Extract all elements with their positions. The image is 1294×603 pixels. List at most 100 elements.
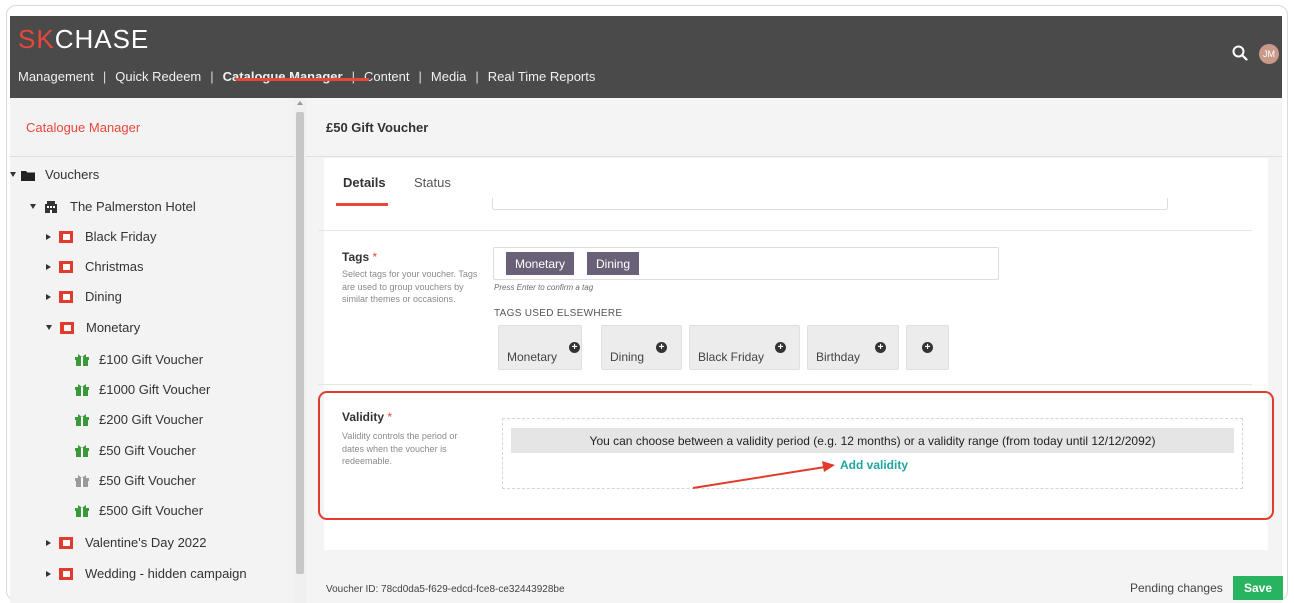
nav-quick-redeem[interactable]: Quick Redeem	[115, 69, 201, 84]
tags-help-text: Select tags for your voucher. Tags are u…	[342, 269, 478, 304]
pending-changes-status: Pending changes	[1130, 581, 1223, 595]
tags-label-text: Tags	[342, 250, 370, 264]
required-mark: *	[372, 250, 378, 264]
suggested-tag-empty[interactable]: +	[906, 325, 949, 370]
nav-real-time-reports[interactable]: Real Time Reports	[488, 69, 596, 84]
gift-icon	[75, 504, 89, 517]
tree-item-valentines[interactable]: Valentine's Day 2022	[46, 535, 207, 550]
tree-item-label: Valentine's Day 2022	[85, 535, 207, 550]
scrollbar-thumb[interactable]	[296, 112, 304, 574]
suggested-tag-dining[interactable]: Dining +	[601, 325, 682, 370]
tree-item-dining[interactable]: Dining	[46, 289, 122, 304]
search-icon[interactable]	[1232, 45, 1248, 61]
tree-item-gift-voucher[interactable]: £500 Gift Voucher	[75, 503, 203, 518]
nav-media[interactable]: Media	[431, 69, 466, 84]
add-tag-icon[interactable]: +	[656, 342, 667, 353]
logo[interactable]: SKCHASE	[18, 24, 149, 55]
chevron-right-icon[interactable]	[46, 293, 51, 300]
chevron-right-icon[interactable]	[46, 263, 51, 270]
suggested-tag-black-friday[interactable]: Black Friday +	[689, 325, 800, 370]
folder-icon	[21, 170, 35, 181]
tree-item-label: £100 Gift Voucher	[99, 352, 204, 367]
gift-icon	[75, 444, 89, 457]
user-avatar[interactable]: JM	[1259, 44, 1279, 64]
suggested-tag-label: Dining	[610, 350, 645, 364]
tree-item-black-friday[interactable]: Black Friday	[46, 229, 157, 244]
add-tag-icon[interactable]: +	[775, 342, 786, 353]
nav-separator: |	[102, 68, 107, 84]
tree-item-wedding[interactable]: Wedding - hidden campaign	[46, 566, 247, 581]
required-mark: *	[387, 410, 393, 424]
tree-item-gift-voucher[interactable]: £100 Gift Voucher	[75, 352, 203, 367]
sidebar-scrollbar[interactable]	[294, 98, 306, 603]
suggested-tag-label: Birthday	[816, 350, 861, 364]
active-nav-indicator	[236, 78, 369, 81]
voucher-id: Voucher ID: 78cd0da5-f629-edcd-fce8-ce32…	[326, 584, 565, 595]
tree-item-label: Black Friday	[85, 229, 157, 244]
tree-item-christmas[interactable]: Christmas	[46, 259, 144, 274]
tree-item-label: Christmas	[85, 259, 144, 274]
section-divider	[318, 230, 1252, 231]
campaign-icon	[60, 321, 74, 334]
nav-management[interactable]: Management	[18, 69, 94, 84]
tags-input-hint: Press Enter to confirm a tag	[494, 283, 594, 292]
tags-input[interactable]: Monetary Dining	[493, 247, 999, 280]
top-bar: SKCHASE Management | Quick Redeem | Cata…	[10, 16, 1282, 98]
gift-icon	[75, 383, 89, 396]
campaign-icon	[59, 567, 73, 580]
tags-label: Tags *	[342, 250, 377, 264]
section-divider	[318, 384, 1252, 385]
tree-item-label: £200 Gift Voucher	[99, 412, 204, 427]
campaign-icon	[59, 536, 73, 549]
header-divider	[306, 156, 1282, 157]
validity-help-text: Validity controls the period or dates wh…	[342, 431, 458, 466]
tree-item-gift-voucher[interactable]: £1000 Gift Voucher	[75, 382, 210, 397]
tags-elsewhere-title: TAGS USED ELSEWHERE	[494, 308, 623, 319]
tab-status[interactable]: Status	[414, 175, 451, 190]
main-nav: Management | Quick Redeem | Catalogue Ma…	[18, 66, 595, 86]
add-validity-link[interactable]: Add validity	[840, 458, 908, 472]
tag-chip-dining[interactable]: Dining	[587, 252, 640, 275]
chevron-right-icon[interactable]	[46, 233, 51, 240]
tree-item-gift-voucher[interactable]: £200 Gift Voucher	[75, 412, 203, 427]
logo-text: CHASE	[54, 24, 150, 54]
validity-label: Validity *	[342, 410, 392, 424]
tree-item-gift-voucher[interactable]: £50 Gift Voucher	[75, 443, 196, 458]
nav-separator: |	[475, 68, 479, 84]
tree-item-label: Monetary	[86, 320, 141, 335]
tree-item-label: £500 Gift Voucher	[99, 503, 204, 518]
page-title: £50 Gift Voucher	[326, 120, 429, 135]
validity-info-message: You can choose between a validity period…	[511, 428, 1234, 453]
chevron-down-icon[interactable]	[10, 172, 16, 177]
gift-icon	[75, 413, 89, 426]
tree-item-label: Dining	[85, 289, 122, 304]
tree-item-label: £1000 Gift Voucher	[99, 382, 211, 397]
tree-item-label: £50 Gift Voucher	[99, 443, 196, 458]
nav-separator: |	[351, 68, 355, 84]
tab-details[interactable]: Details	[343, 175, 386, 190]
add-tag-icon[interactable]: +	[922, 342, 933, 353]
tree-item-palmerston-hotel[interactable]: The Palmerston Hotel	[30, 199, 196, 214]
suggested-tag-label: Monetary	[507, 350, 558, 364]
chevron-down-icon[interactable]	[30, 204, 36, 209]
gift-icon	[75, 474, 89, 487]
tree-item-gift-voucher-inactive[interactable]: £50 Gift Voucher	[75, 473, 196, 488]
tag-chip-monetary[interactable]: Monetary	[506, 252, 575, 275]
previous-field[interactable]	[492, 198, 1168, 210]
tree-item-monetary[interactable]: Monetary	[46, 320, 140, 335]
tree-item-label: Vouchers	[45, 167, 100, 182]
suggested-tag-birthday[interactable]: Birthday +	[807, 325, 899, 370]
tree-item-label: £50 Gift Voucher	[99, 473, 196, 488]
chevron-right-icon[interactable]	[46, 539, 51, 546]
scroll-up-icon[interactable]	[297, 101, 303, 105]
nav-catalogue-manager[interactable]: Catalogue Manager	[223, 69, 343, 84]
nav-content[interactable]: Content	[364, 69, 410, 84]
add-tag-icon[interactable]: +	[569, 342, 580, 353]
suggested-tag-monetary[interactable]: Monetary +	[498, 325, 582, 370]
chevron-right-icon[interactable]	[46, 570, 51, 577]
chevron-down-icon[interactable]	[46, 325, 52, 330]
tree-item-label: Wedding - hidden campaign	[85, 566, 247, 581]
tree-item-vouchers[interactable]: Vouchers	[10, 167, 99, 182]
add-tag-icon[interactable]: +	[875, 342, 886, 353]
save-button[interactable]: Save	[1233, 576, 1283, 600]
